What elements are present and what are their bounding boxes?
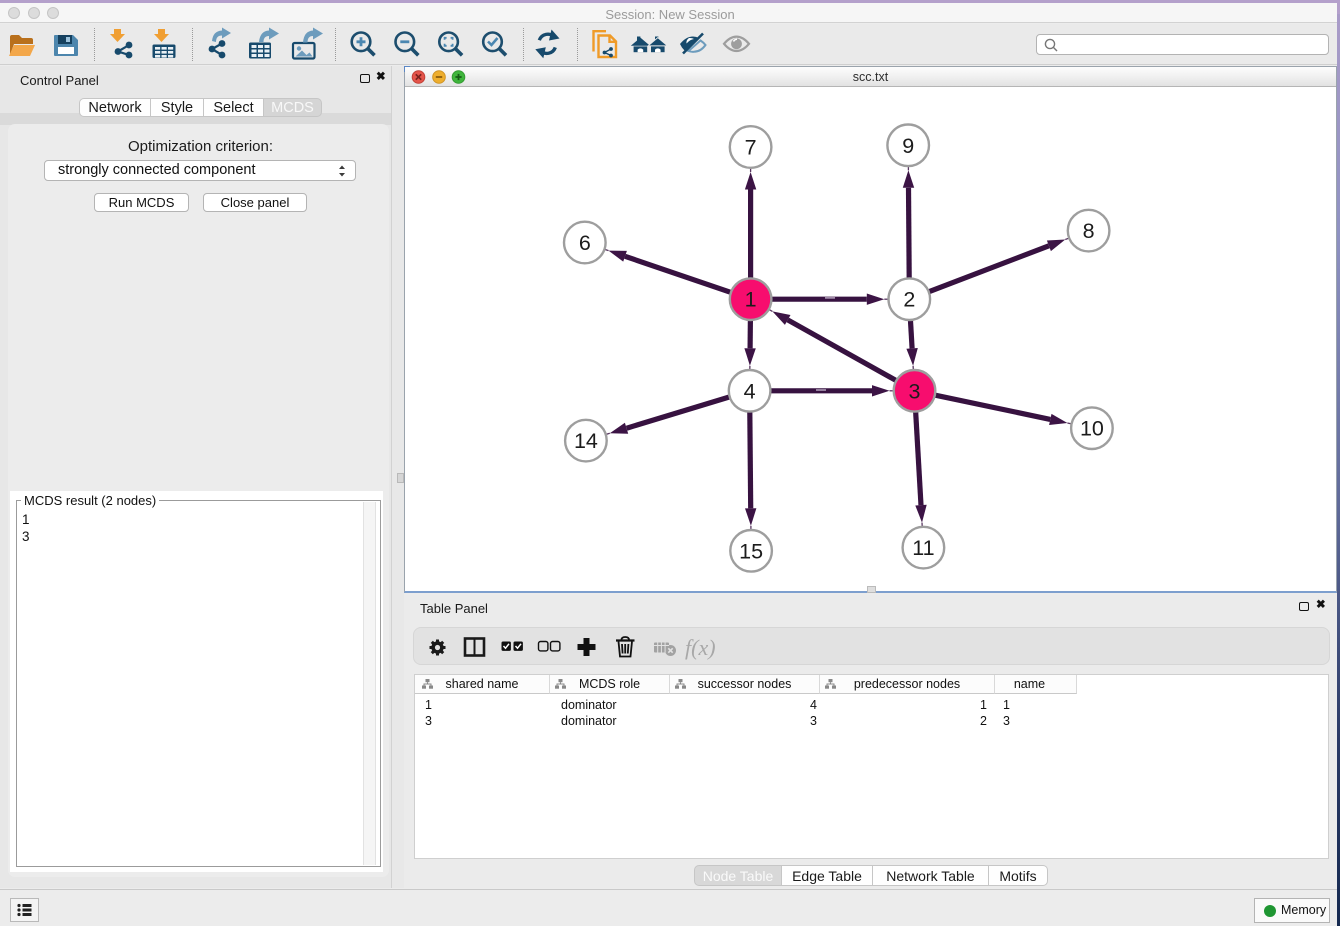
- svg-text:2: 2: [903, 288, 915, 312]
- svg-text:11: 11: [912, 536, 934, 560]
- svg-text:10: 10: [1080, 417, 1104, 441]
- svg-text:1: 1: [745, 288, 757, 312]
- svg-text:f(x): f(x): [685, 635, 716, 660]
- svg-text:7: 7: [745, 136, 757, 160]
- svg-text:8: 8: [1083, 219, 1095, 243]
- svg-text:6: 6: [579, 231, 591, 255]
- svg-text:9: 9: [902, 134, 914, 158]
- svg-text:15: 15: [739, 539, 763, 563]
- svg-text:14: 14: [574, 429, 598, 453]
- svg-text:4: 4: [744, 379, 756, 403]
- svg-text:3: 3: [909, 379, 921, 403]
